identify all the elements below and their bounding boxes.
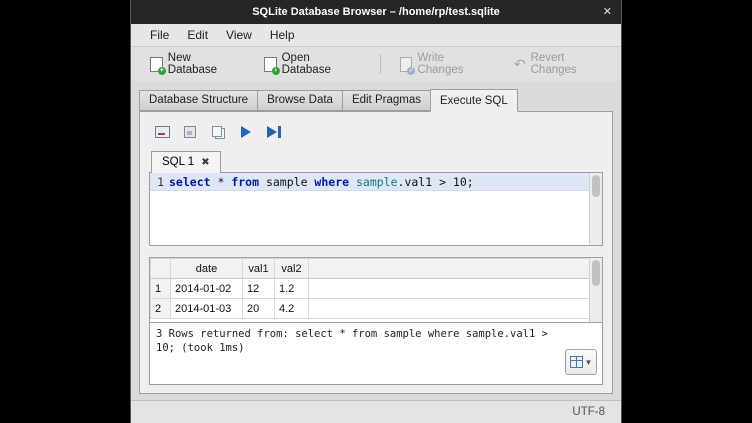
sql-subtab[interactable]: SQL 1 ✖ (151, 151, 221, 173)
results-grid: date val1 val2 1 2014-01-02 12 1.2 (149, 257, 603, 322)
menu-edit[interactable]: Edit (178, 26, 217, 44)
cell-val2[interactable]: 4.2 (275, 299, 309, 319)
execute-current-line-icon (267, 126, 281, 138)
tab-edit-pragmas[interactable]: Edit Pragmas (342, 90, 430, 111)
write-changes-button[interactable]: ✓ Write Changes (391, 47, 501, 81)
cell-date[interactable]: 2014-01-03 (171, 299, 243, 319)
new-database-label: New Database (168, 52, 242, 76)
tab-execute-sql[interactable]: Execute SQL (430, 89, 518, 112)
save-sql-file-button[interactable] (181, 124, 199, 140)
menu-view[interactable]: View (217, 26, 261, 44)
cell-date[interactable]: 2014-01-02 (171, 279, 243, 299)
cell-filler (309, 299, 602, 319)
execute-sql-icon (241, 126, 251, 138)
column-header-val2[interactable]: val2 (275, 259, 309, 279)
table-row[interactable]: 2 2014-01-03 20 4.2 (151, 299, 602, 319)
tab-database-structure[interactable]: Database Structure (139, 90, 257, 111)
new-database-icon: + (150, 57, 163, 72)
sql-editor[interactable]: 1 select * from sample where sample.val1… (149, 172, 603, 246)
chevron-down-icon: ▼ (585, 358, 593, 367)
cell-filler (309, 279, 602, 299)
row-number-header (151, 259, 171, 279)
execute-sql-button[interactable] (237, 124, 255, 140)
line-number: 1 (150, 175, 169, 189)
column-header-date[interactable]: date (171, 259, 243, 279)
open-sql-file-icon (155, 126, 170, 138)
editor-scrollbar[interactable] (589, 173, 602, 245)
cell-val2[interactable]: 1.2 (275, 279, 309, 299)
open-sql-file-button[interactable] (153, 124, 171, 140)
menubar: File Edit View Help (131, 24, 621, 47)
tab-browse-data[interactable]: Browse Data (257, 90, 342, 111)
revert-changes-icon: ↶ (514, 57, 526, 71)
copy-icon (212, 126, 225, 138)
splitter-handle[interactable] (149, 246, 603, 257)
editor-current-line: 1 select * from sample where sample.val1… (150, 173, 602, 191)
sql-subtab-bar: SQL 1 ✖ (151, 150, 603, 173)
row-number-cell: 2 (151, 299, 171, 319)
export-dropdown-button[interactable]: ▼ (565, 349, 597, 375)
table-icon (570, 356, 583, 368)
revert-changes-label: Revert Changes (531, 52, 612, 76)
screen: SQLite Database Browser – /home/rp/test.… (0, 0, 752, 423)
app-window: SQLite Database Browser – /home/rp/test.… (130, 0, 622, 423)
open-database-icon: › (264, 57, 277, 72)
table-row[interactable]: 1 2014-01-02 12 1.2 (151, 279, 602, 299)
window-title: SQLite Database Browser – /home/rp/test.… (252, 6, 500, 18)
results-header-row: date val1 val2 (151, 259, 602, 279)
write-changes-icon: ✓ (400, 57, 413, 72)
new-database-button[interactable]: + New Database (141, 47, 251, 81)
sql-toolbar (149, 120, 603, 150)
column-header-filler (309, 259, 602, 279)
main-tabbar: Database Structure Browse Data Edit Prag… (139, 89, 621, 111)
titlebar[interactable]: SQLite Database Browser – /home/rp/test.… (131, 0, 621, 24)
results-table: date val1 val2 1 2014-01-02 12 1.2 (150, 258, 602, 319)
sql-code: select * from sample where sample.val1 >… (169, 175, 474, 189)
execute-sql-panel: SQL 1 ✖ 1 select * from sample where sam… (139, 111, 613, 394)
column-header-val1[interactable]: val1 (243, 259, 275, 279)
toolbar-separator (380, 54, 381, 74)
open-database-button[interactable]: › Open Database (255, 47, 370, 81)
message-pane: 3 Rows returned from: select * from samp… (149, 322, 603, 385)
main-toolbar: + New Database › Open Database ✓ Write C… (131, 47, 621, 81)
open-database-label: Open Database (282, 52, 361, 76)
statusbar: UTF-8 (131, 400, 621, 423)
menu-file[interactable]: File (141, 26, 178, 44)
sql-subtab-label: SQL 1 (162, 156, 194, 168)
copy-sql-button[interactable] (209, 124, 227, 140)
write-changes-label: Write Changes (417, 52, 491, 76)
save-sql-file-icon (184, 126, 196, 138)
encoding-indicator: UTF-8 (572, 406, 605, 418)
cell-val1[interactable]: 12 (243, 279, 275, 299)
results-message: 3 Rows returned from: select * from samp… (156, 327, 562, 355)
results-scrollbar[interactable] (589, 258, 602, 322)
row-number-cell: 1 (151, 279, 171, 299)
menu-help[interactable]: Help (261, 26, 304, 44)
close-icon[interactable]: ✕ (603, 4, 612, 20)
execute-current-line-button[interactable] (265, 124, 283, 140)
revert-changes-button[interactable]: ↶ Revert Changes (505, 47, 621, 81)
sql-subtab-close-icon[interactable]: ✖ (201, 157, 209, 168)
cell-val1[interactable]: 20 (243, 299, 275, 319)
